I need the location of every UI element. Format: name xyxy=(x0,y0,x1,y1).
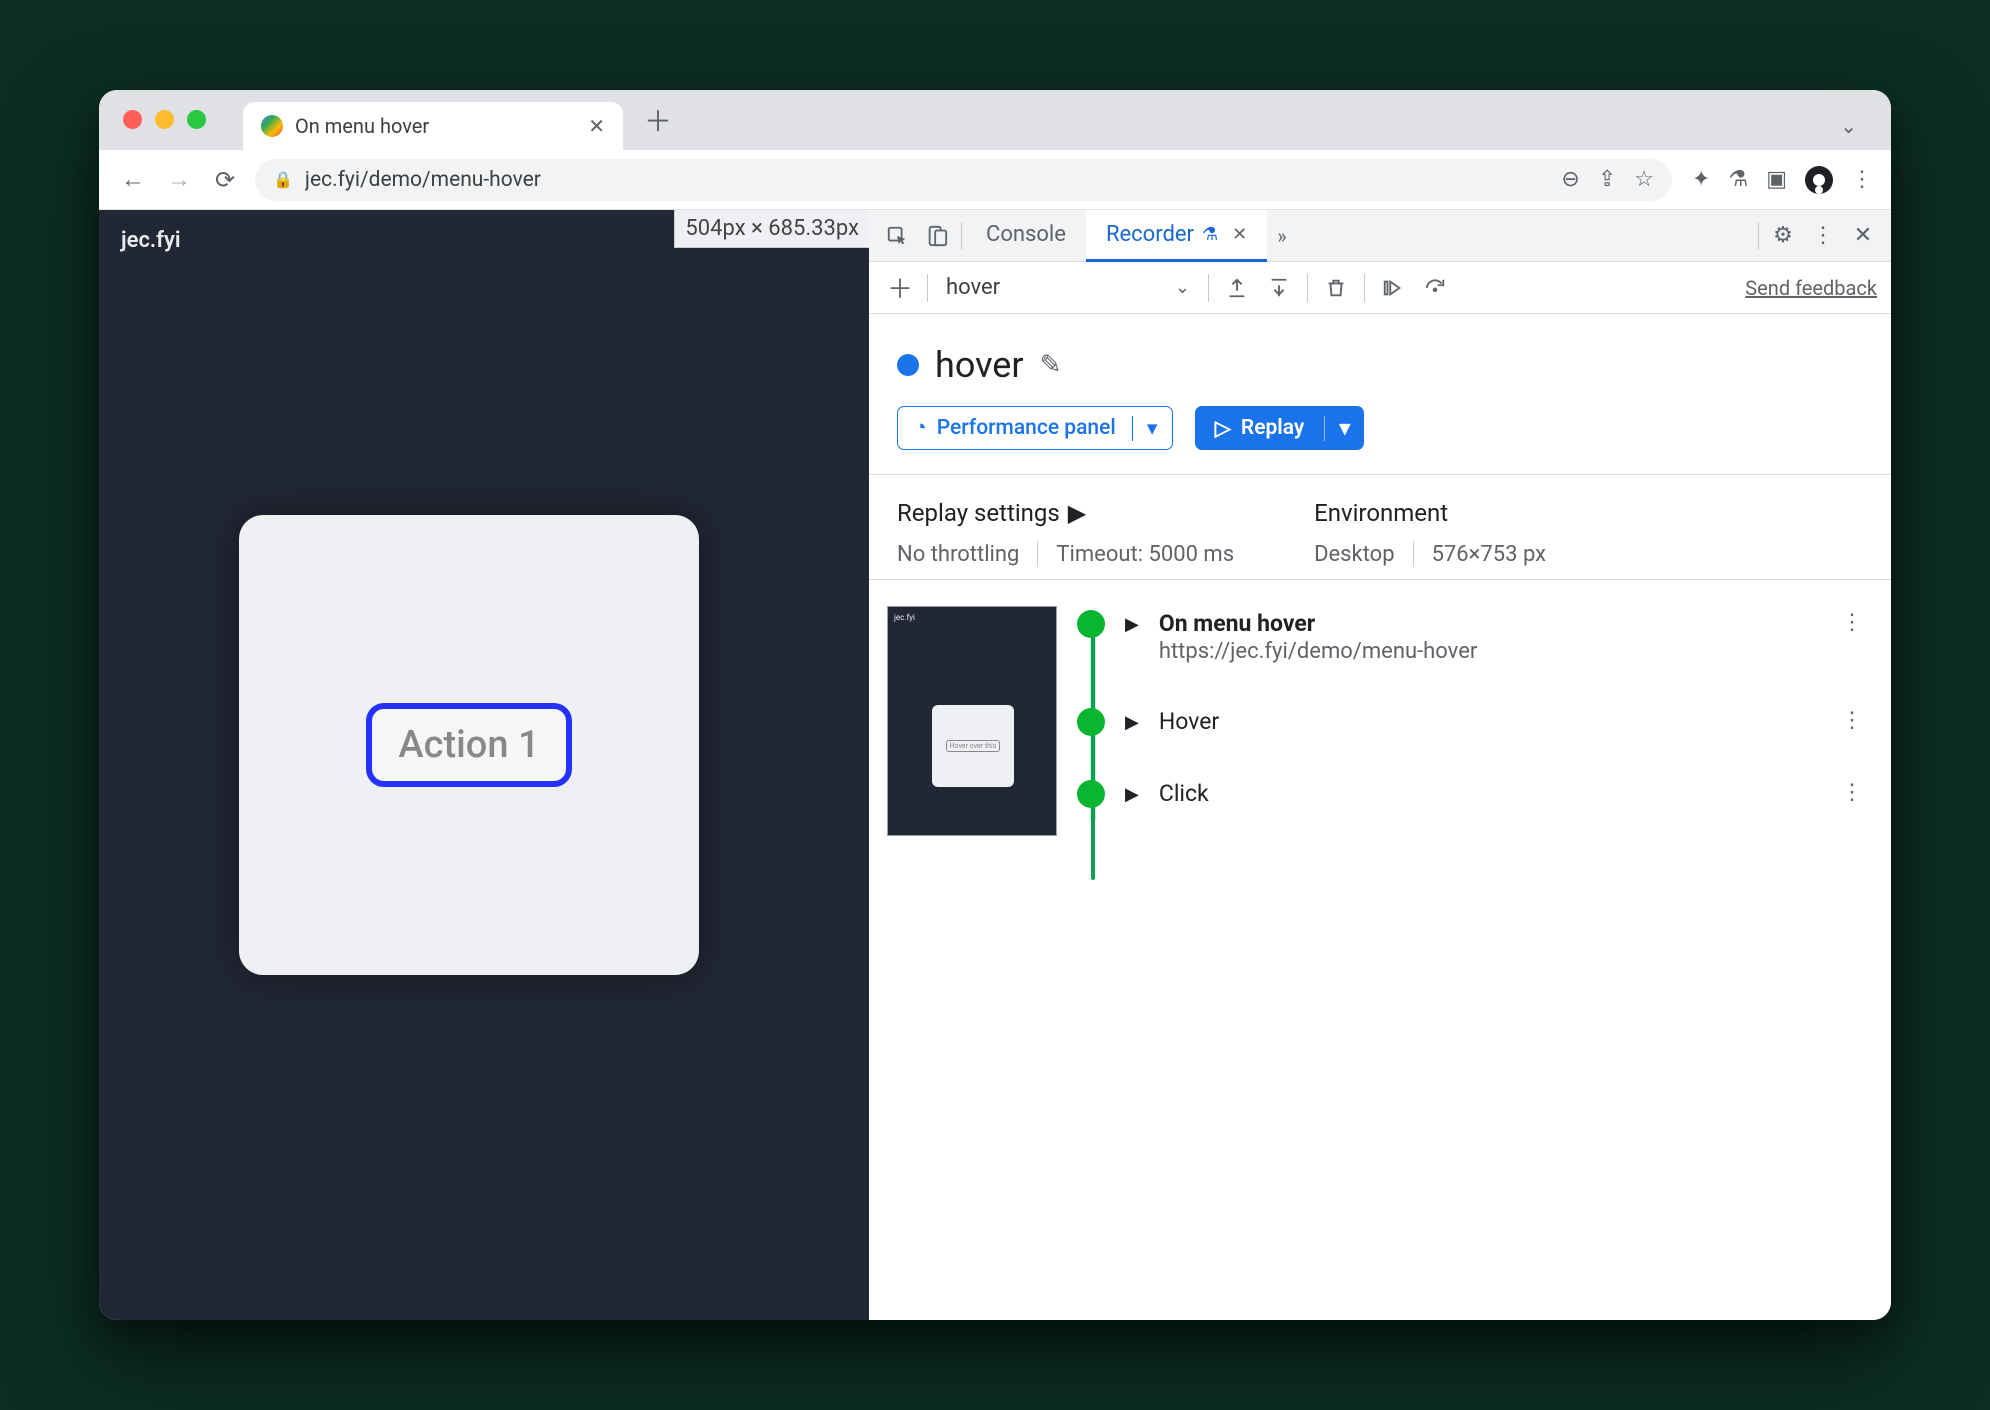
skip-icon[interactable] xyxy=(1417,270,1453,306)
recording-status-dot xyxy=(897,354,919,376)
caret-right-icon: ▶ xyxy=(1125,614,1139,635)
step-title: Hover xyxy=(1159,708,1811,735)
toolbar-right: ✦ ⚗ ▣ ⋮ xyxy=(1692,166,1873,194)
caret-right-icon: ▶ xyxy=(1125,784,1139,805)
inspect-element-icon[interactable] xyxy=(877,216,917,256)
settings-row: Replay settings ▶ No throttling Timeout:… xyxy=(869,475,1891,579)
devtools-panel: Console Recorder ⚗ ✕ » ⚙ ⋮ ✕ ＋ hove xyxy=(869,210,1891,1320)
browser-window: On menu hover ✕ ＋ ⌄ ← → ⟳ 🔒 jec.fyi/demo… xyxy=(99,90,1891,1320)
tab-strip: On menu hover ✕ ＋ ⌄ xyxy=(99,90,1891,150)
import-icon[interactable] xyxy=(1261,270,1297,306)
edit-name-icon[interactable]: ✎ xyxy=(1040,350,1062,380)
step-status-dot xyxy=(1077,708,1105,736)
side-panel-icon[interactable]: ▣ xyxy=(1766,167,1787,192)
new-tab-button[interactable]: ＋ xyxy=(643,100,673,140)
browser-tab[interactable]: On menu hover ✕ xyxy=(243,102,623,150)
labs-flask-icon[interactable]: ⚗ xyxy=(1728,167,1748,192)
devtools-tab-bar: Console Recorder ⚗ ✕ » ⚙ ⋮ ✕ xyxy=(869,210,1891,262)
lock-icon[interactable]: 🔒 xyxy=(273,170,293,189)
maximize-window-button[interactable] xyxy=(187,110,206,129)
performance-panel-button[interactable]: ◔ Performance panel ▾ xyxy=(897,406,1173,450)
speedometer-icon: ◔ xyxy=(914,416,927,440)
step-title: Click xyxy=(1159,780,1811,807)
recorder-toolbar: ＋ hover ⌄ Send feedback xyxy=(869,262,1891,314)
window-traffic-lights[interactable] xyxy=(123,110,206,129)
viewport-dimensions-badge: 504px × 685.33px xyxy=(674,210,869,248)
action-1-button[interactable]: Action 1 xyxy=(366,703,571,787)
zoom-out-icon[interactable]: ⊖ xyxy=(1561,167,1579,192)
export-icon[interactable] xyxy=(1219,270,1255,306)
tab-recorder[interactable]: Recorder ⚗ ✕ xyxy=(1086,210,1267,262)
step-menu-icon[interactable]: ⋮ xyxy=(1831,708,1873,733)
play-icon: ▷ xyxy=(1215,416,1231,441)
back-button[interactable]: ← xyxy=(117,164,149,196)
new-recording-button[interactable]: ＋ xyxy=(883,269,917,306)
minimize-window-button[interactable] xyxy=(155,110,174,129)
demo-card: Action 1 xyxy=(239,515,699,975)
environment-section: Environment Desktop 576×753 px xyxy=(1314,499,1546,567)
content-split: jec.fyi 504px × 685.33px Action 1 Consol… xyxy=(99,210,1891,1320)
devtools-settings-icon[interactable]: ⚙ xyxy=(1763,223,1803,248)
omnibox-actions: ⊖ ⇪ ☆ xyxy=(1561,167,1654,192)
caret-right-icon: ▶ xyxy=(1068,499,1086,527)
delete-icon[interactable] xyxy=(1318,270,1354,306)
address-bar[interactable]: 🔒 jec.fyi/demo/menu-hover ⊖ ⇪ ☆ xyxy=(255,159,1672,201)
replay-settings-section[interactable]: Replay settings ▶ No throttling Timeout:… xyxy=(897,499,1234,567)
browser-toolbar: ← → ⟳ 🔒 jec.fyi/demo/menu-hover ⊖ ⇪ ☆ ✦ … xyxy=(99,150,1891,210)
timeout-value: Timeout: 5000 ms xyxy=(1056,542,1234,567)
timeline: ▶ On menu hover https://jec.fyi/demo/men… xyxy=(1077,606,1873,836)
step-row[interactable]: ▶ On menu hover https://jec.fyi/demo/men… xyxy=(1077,606,1873,704)
caret-right-icon: ▶ xyxy=(1125,712,1139,733)
reload-button[interactable]: ⟳ xyxy=(209,164,241,196)
share-icon[interactable]: ⇪ xyxy=(1598,167,1616,192)
extensions-icon[interactable]: ✦ xyxy=(1692,167,1710,192)
step-title: On menu hover xyxy=(1159,610,1811,637)
recording-selector[interactable]: hover ⌄ xyxy=(938,275,1198,300)
step-menu-icon[interactable]: ⋮ xyxy=(1831,610,1873,635)
tab-console[interactable]: Console xyxy=(966,210,1086,262)
device-toolbar-icon[interactable] xyxy=(917,216,957,256)
tab-search-button[interactable]: ⌄ xyxy=(1840,114,1857,138)
step-row[interactable]: ▶ Hover ⋮ xyxy=(1077,704,1873,776)
tab-title: On menu hover xyxy=(295,114,578,138)
step-menu-icon[interactable]: ⋮ xyxy=(1831,780,1873,805)
device-value: Desktop xyxy=(1314,542,1395,567)
forward-button: → xyxy=(163,164,195,196)
recording-thumbnail[interactable]: jec.fyi Hover over this xyxy=(887,606,1057,836)
replay-dropdown-icon[interactable]: ▾ xyxy=(1324,416,1364,441)
close-tab-icon[interactable]: ✕ xyxy=(588,114,605,138)
step-subtitle: https://jec.fyi/demo/menu-hover xyxy=(1159,639,1811,664)
profile-avatar[interactable] xyxy=(1805,166,1833,194)
step-over-icon[interactable] xyxy=(1375,270,1411,306)
bookmark-icon[interactable]: ☆ xyxy=(1634,167,1654,192)
devtools-more-icon[interactable]: ⋮ xyxy=(1803,223,1843,248)
step-row[interactable]: ▶ Click ⋮ xyxy=(1077,776,1873,818)
site-name: jec.fyi xyxy=(121,228,181,253)
devtools-close-icon[interactable]: ✕ xyxy=(1843,223,1883,248)
recording-name: hover xyxy=(935,344,1024,386)
viewport-value: 576×753 px xyxy=(1432,542,1547,567)
close-panel-icon[interactable]: ✕ xyxy=(1232,224,1247,245)
favicon-icon xyxy=(261,115,283,137)
recording-title-row: hover ✎ xyxy=(869,314,1891,406)
step-status-dot xyxy=(1077,780,1105,808)
browser-menu-icon[interactable]: ⋮ xyxy=(1851,167,1873,192)
performance-dropdown-icon[interactable]: ▾ xyxy=(1132,416,1172,441)
experimental-flask-icon: ⚗ xyxy=(1202,224,1218,245)
send-feedback-link[interactable]: Send feedback xyxy=(1745,276,1877,300)
replay-button[interactable]: ▷ Replay ▾ xyxy=(1195,406,1365,450)
recording-actions: ◔ Performance panel ▾ ▷ Replay ▾ xyxy=(869,406,1891,474)
steps-area: jec.fyi Hover over this ▶ On menu hover … xyxy=(869,580,1891,862)
url-text: jec.fyi/demo/menu-hover xyxy=(305,168,1550,192)
page-viewport: jec.fyi 504px × 685.33px Action 1 xyxy=(99,210,869,1320)
more-tabs-icon[interactable]: » xyxy=(1277,224,1286,248)
close-window-button[interactable] xyxy=(123,110,142,129)
recorder-body: hover ✎ ◔ Performance panel ▾ ▷ xyxy=(869,314,1891,1320)
chevron-down-icon: ⌄ xyxy=(1175,277,1190,298)
throttling-value: No throttling xyxy=(897,542,1019,567)
step-status-dot xyxy=(1077,610,1105,638)
